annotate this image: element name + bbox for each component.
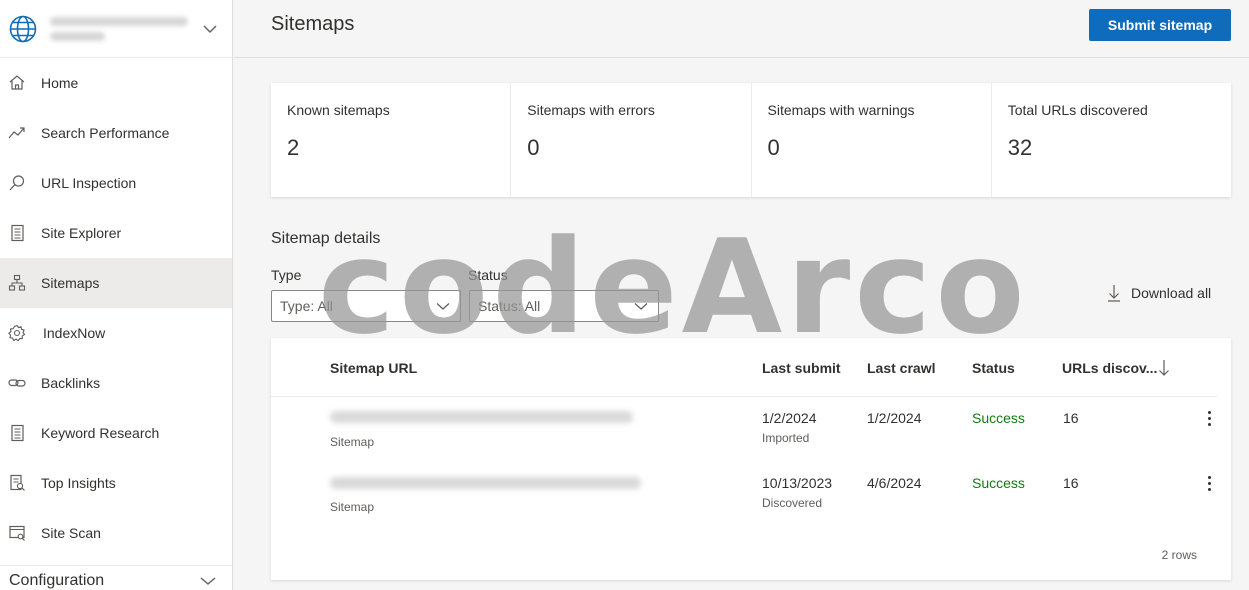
- sidebar-item-backlinks[interactable]: Backlinks: [0, 358, 232, 408]
- scan-icon: [8, 524, 26, 542]
- site-name-redacted: [50, 13, 190, 45]
- document-icon: [8, 224, 26, 242]
- header-divider: [271, 396, 1217, 397]
- stat-known-sitemaps: Known sitemaps 2: [271, 83, 512, 197]
- stat-value: 0: [767, 135, 780, 160]
- stat-value: 32: [1007, 135, 1033, 160]
- type-filter-label: Type: [271, 267, 302, 283]
- sidebar-item-label: IndexNow: [43, 325, 106, 341]
- last-crawl: 4/6/2024: [867, 475, 922, 491]
- stat-total-urls: Total URLs discovered 32: [992, 83, 1231, 197]
- stat-sitemaps-with-errors: Sitemaps with errors 0: [511, 83, 752, 197]
- more-options-icon[interactable]: [1199, 471, 1219, 495]
- status-filter-value: Status: All: [478, 298, 541, 314]
- home-icon: [8, 74, 26, 92]
- urls-discovered: 16: [1063, 475, 1079, 491]
- type-filter-value: Type: All: [280, 298, 333, 314]
- stat-label: Sitemaps with warnings: [767, 102, 915, 118]
- page-header: Sitemaps Submit sitemap: [234, 0, 1249, 58]
- sidebar-item-label: Site Scan: [41, 525, 101, 541]
- sort-descending-icon[interactable]: [1157, 358, 1171, 378]
- sidebar-item-indexnow[interactable]: IndexNow: [0, 308, 232, 358]
- sitemap-table: Sitemap URL Last submit Last crawl Statu…: [271, 338, 1231, 580]
- column-header-last-submit[interactable]: Last submit: [762, 360, 841, 376]
- search-icon: [8, 174, 26, 192]
- status-filter-dropdown[interactable]: Status: All: [469, 290, 659, 322]
- trend-icon: [8, 124, 26, 142]
- sidebar-item-label: Top Insights: [41, 475, 116, 491]
- stat-value: 2: [287, 135, 300, 160]
- section-title: Sitemap details: [271, 230, 381, 247]
- sitemap-url-redacted[interactable]: [330, 411, 633, 423]
- download-all-label: Download all: [1131, 285, 1212, 301]
- sidebar: Home Search Performance URL Inspection S…: [0, 0, 233, 590]
- configuration-label: Configuration: [9, 571, 105, 589]
- status-filter-label: Status: [468, 267, 508, 283]
- type-filter-dropdown[interactable]: Type: All: [271, 290, 461, 322]
- sitemap-icon: [8, 274, 26, 292]
- watermark: codeArco: [318, 211, 1029, 363]
- stat-value: 0: [527, 135, 540, 160]
- report-icon: [8, 474, 26, 492]
- stat-label: Sitemaps with errors: [527, 102, 655, 118]
- sidebar-item-keyword-research[interactable]: Keyword Research: [0, 408, 232, 458]
- stat-sitemaps-with-warnings: Sitemaps with warnings 0: [752, 83, 992, 197]
- sidebar-item-sitemaps[interactable]: Sitemaps: [0, 258, 232, 308]
- page-title: Sitemaps: [271, 13, 355, 35]
- chevron-down-icon[interactable]: [202, 21, 218, 37]
- sidebar-item-home[interactable]: Home: [0, 58, 232, 108]
- status-value: Success: [972, 410, 1025, 426]
- sitemap-type: Sitemap: [330, 435, 375, 449]
- more-options-icon[interactable]: [1199, 406, 1219, 430]
- document-icon: [8, 424, 26, 442]
- chevron-down-icon: [436, 303, 450, 310]
- configuration-section[interactable]: Configuration: [0, 565, 232, 590]
- sidebar-item-search-performance[interactable]: Search Performance: [0, 108, 232, 158]
- sidebar-item-label: Search Performance: [41, 125, 170, 141]
- gear-icon: [8, 324, 26, 342]
- last-crawl: 1/2/2024: [867, 410, 922, 426]
- submit-note: Discovered: [762, 496, 823, 510]
- chevron-down-icon: [634, 303, 648, 310]
- sidebar-item-label: Sitemaps: [41, 275, 100, 291]
- last-submit: 10/13/2023: [762, 475, 833, 491]
- column-header-urls-discovered[interactable]: URLs discov...: [1062, 360, 1157, 376]
- column-header-sitemap-url[interactable]: Sitemap URL: [330, 360, 417, 376]
- sidebar-item-label: Keyword Research: [41, 425, 160, 441]
- sidebar-item-site-explorer[interactable]: Site Explorer: [0, 208, 232, 258]
- sidebar-item-label: Backlinks: [41, 375, 101, 391]
- link-icon: [8, 374, 26, 392]
- download-icon: [1108, 285, 1120, 302]
- chevron-down-icon[interactable]: [200, 573, 216, 589]
- urls-discovered: 16: [1063, 410, 1079, 426]
- site-picker[interactable]: [0, 0, 232, 58]
- sidebar-item-label: URL Inspection: [41, 175, 137, 191]
- sitemap-url-redacted[interactable]: [330, 477, 641, 489]
- submit-note: Imported: [762, 431, 810, 445]
- stat-label: Known sitemaps: [287, 102, 390, 118]
- stats-panel: Known sitemaps 2 Sitemaps with errors 0 …: [271, 83, 1231, 197]
- sidebar-item-url-inspection[interactable]: URL Inspection: [0, 158, 232, 208]
- sidebar-item-label: Home: [41, 75, 79, 91]
- sitemap-type: Sitemap: [330, 500, 375, 514]
- download-all-button[interactable]: Download all: [1107, 283, 1211, 303]
- sidebar-item-site-scan[interactable]: Site Scan: [0, 508, 232, 558]
- row-count: 2 rows: [1161, 548, 1197, 562]
- submit-sitemap-button[interactable]: Submit sitemap: [1089, 9, 1231, 41]
- column-header-status[interactable]: Status: [972, 360, 1015, 376]
- stat-label: Total URLs discovered: [1007, 102, 1148, 118]
- status-value: Success: [972, 475, 1025, 491]
- last-submit: 1/2/2024: [762, 410, 817, 426]
- sidebar-item-top-insights[interactable]: Top Insights: [0, 458, 232, 508]
- globe-icon: [9, 15, 37, 42]
- column-header-last-crawl[interactable]: Last crawl: [867, 360, 935, 376]
- sidebar-item-label: Site Explorer: [41, 225, 122, 241]
